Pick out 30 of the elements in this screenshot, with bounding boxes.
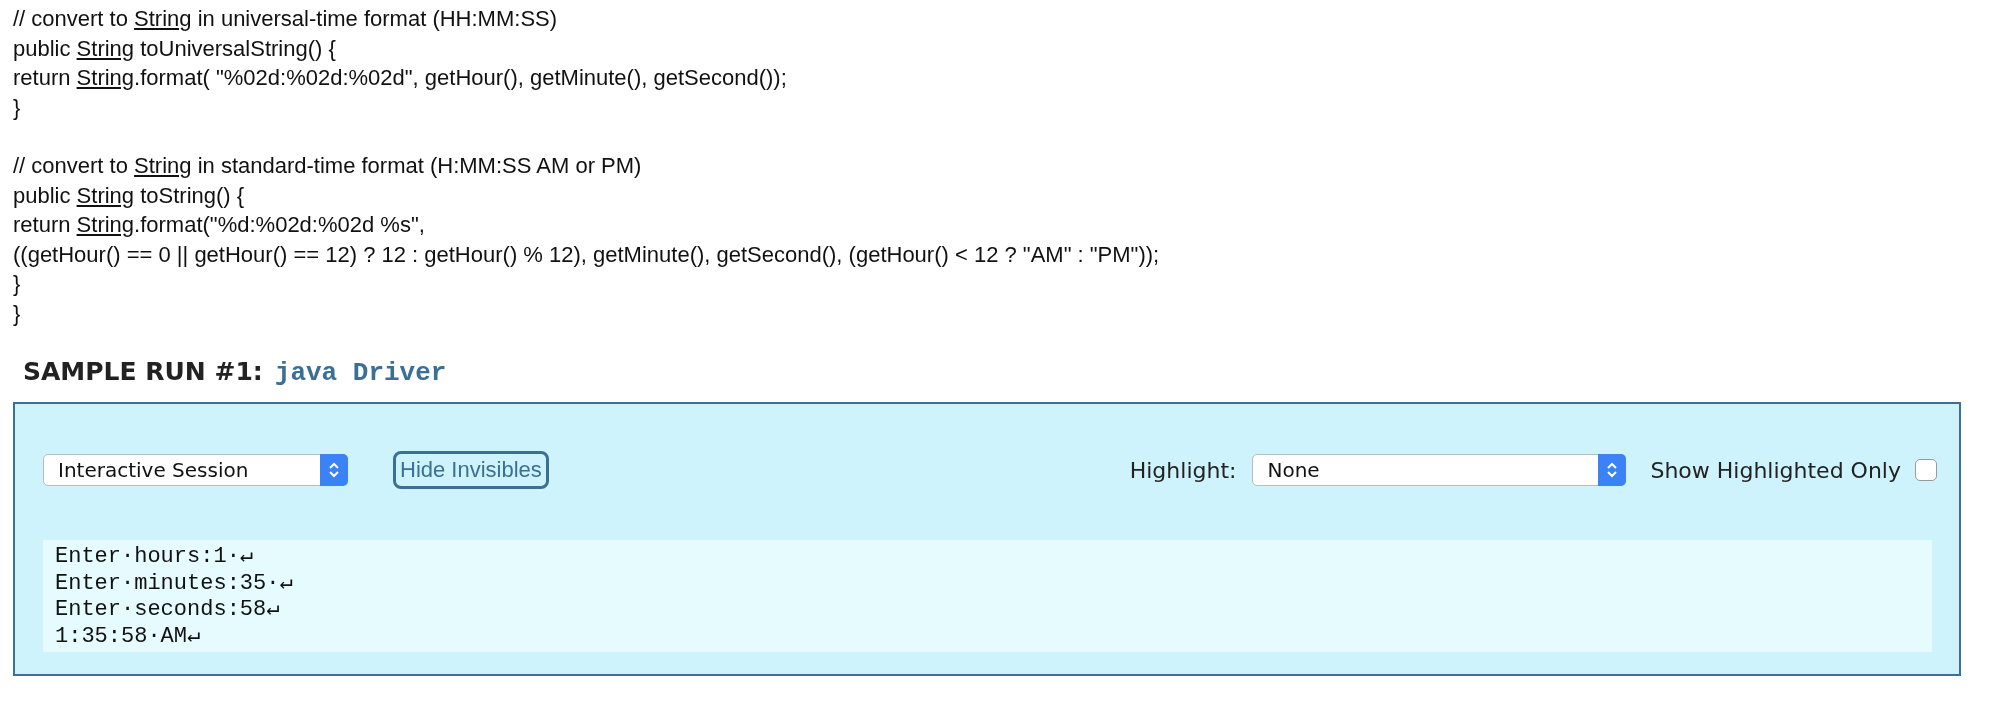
code-line: }	[13, 93, 22, 122]
output-line: Enter·seconds:58↵	[55, 597, 281, 624]
show-highlighted-only-checkbox[interactable]	[1915, 459, 1937, 481]
code-line: public String toUniversalString() {	[13, 34, 337, 63]
code-line: // convert to String in universal-time format (HH:MM:SS)	[13, 5, 559, 33]
output-line: Enter·minutes:35·↵	[55, 570, 294, 597]
type-link[interactable]: String	[76, 212, 135, 237]
output-line: 1:35:58·AM↵	[55, 623, 202, 650]
type-link[interactable]: String	[76, 35, 135, 61]
type-link[interactable]: String	[134, 6, 192, 31]
command-text: java Driver	[274, 358, 447, 388]
stepper-icon	[1598, 454, 1627, 486]
hide-invisibles-button[interactable]: Hide Invisibles	[393, 451, 549, 489]
type-link[interactable]: String	[134, 153, 192, 178]
highlight-label: Highlight:	[1129, 457, 1237, 483]
code-line: ((getHour() == 0 || getHour() == 12) ? 12 : getHour() % 12), getMinute(), getSecond(), (getHour() < 12 ? "AM" : "PM"));	[13, 240, 1161, 269]
mode-select[interactable]: Interactive Session	[43, 454, 348, 486]
code-line: return String.format( "%02d:%02d:%02d", getHour(), getMinute(), getSecond());	[13, 64, 788, 92]
type-link[interactable]: String	[76, 182, 135, 208]
code-line: }	[13, 299, 22, 328]
type-link[interactable]: String	[76, 65, 135, 90]
code-line: return String.format("%d:%02d:%02d %s",	[13, 211, 426, 239]
highlight-select[interactable]: None	[1252, 454, 1627, 486]
code-line: public String toString() {	[13, 181, 246, 210]
show-highlighted-only-label: Show Highlighted Only	[1650, 457, 1901, 483]
output-line: Enter·hours:1·↵	[55, 544, 255, 571]
code-line: // convert to String in standard-time format (H:MM:SS AM or PM)	[13, 152, 643, 180]
code-line: }	[13, 270, 22, 298]
stepper-icon	[320, 454, 348, 486]
sample-run-label: SAMPLE RUN #1:	[23, 357, 263, 386]
